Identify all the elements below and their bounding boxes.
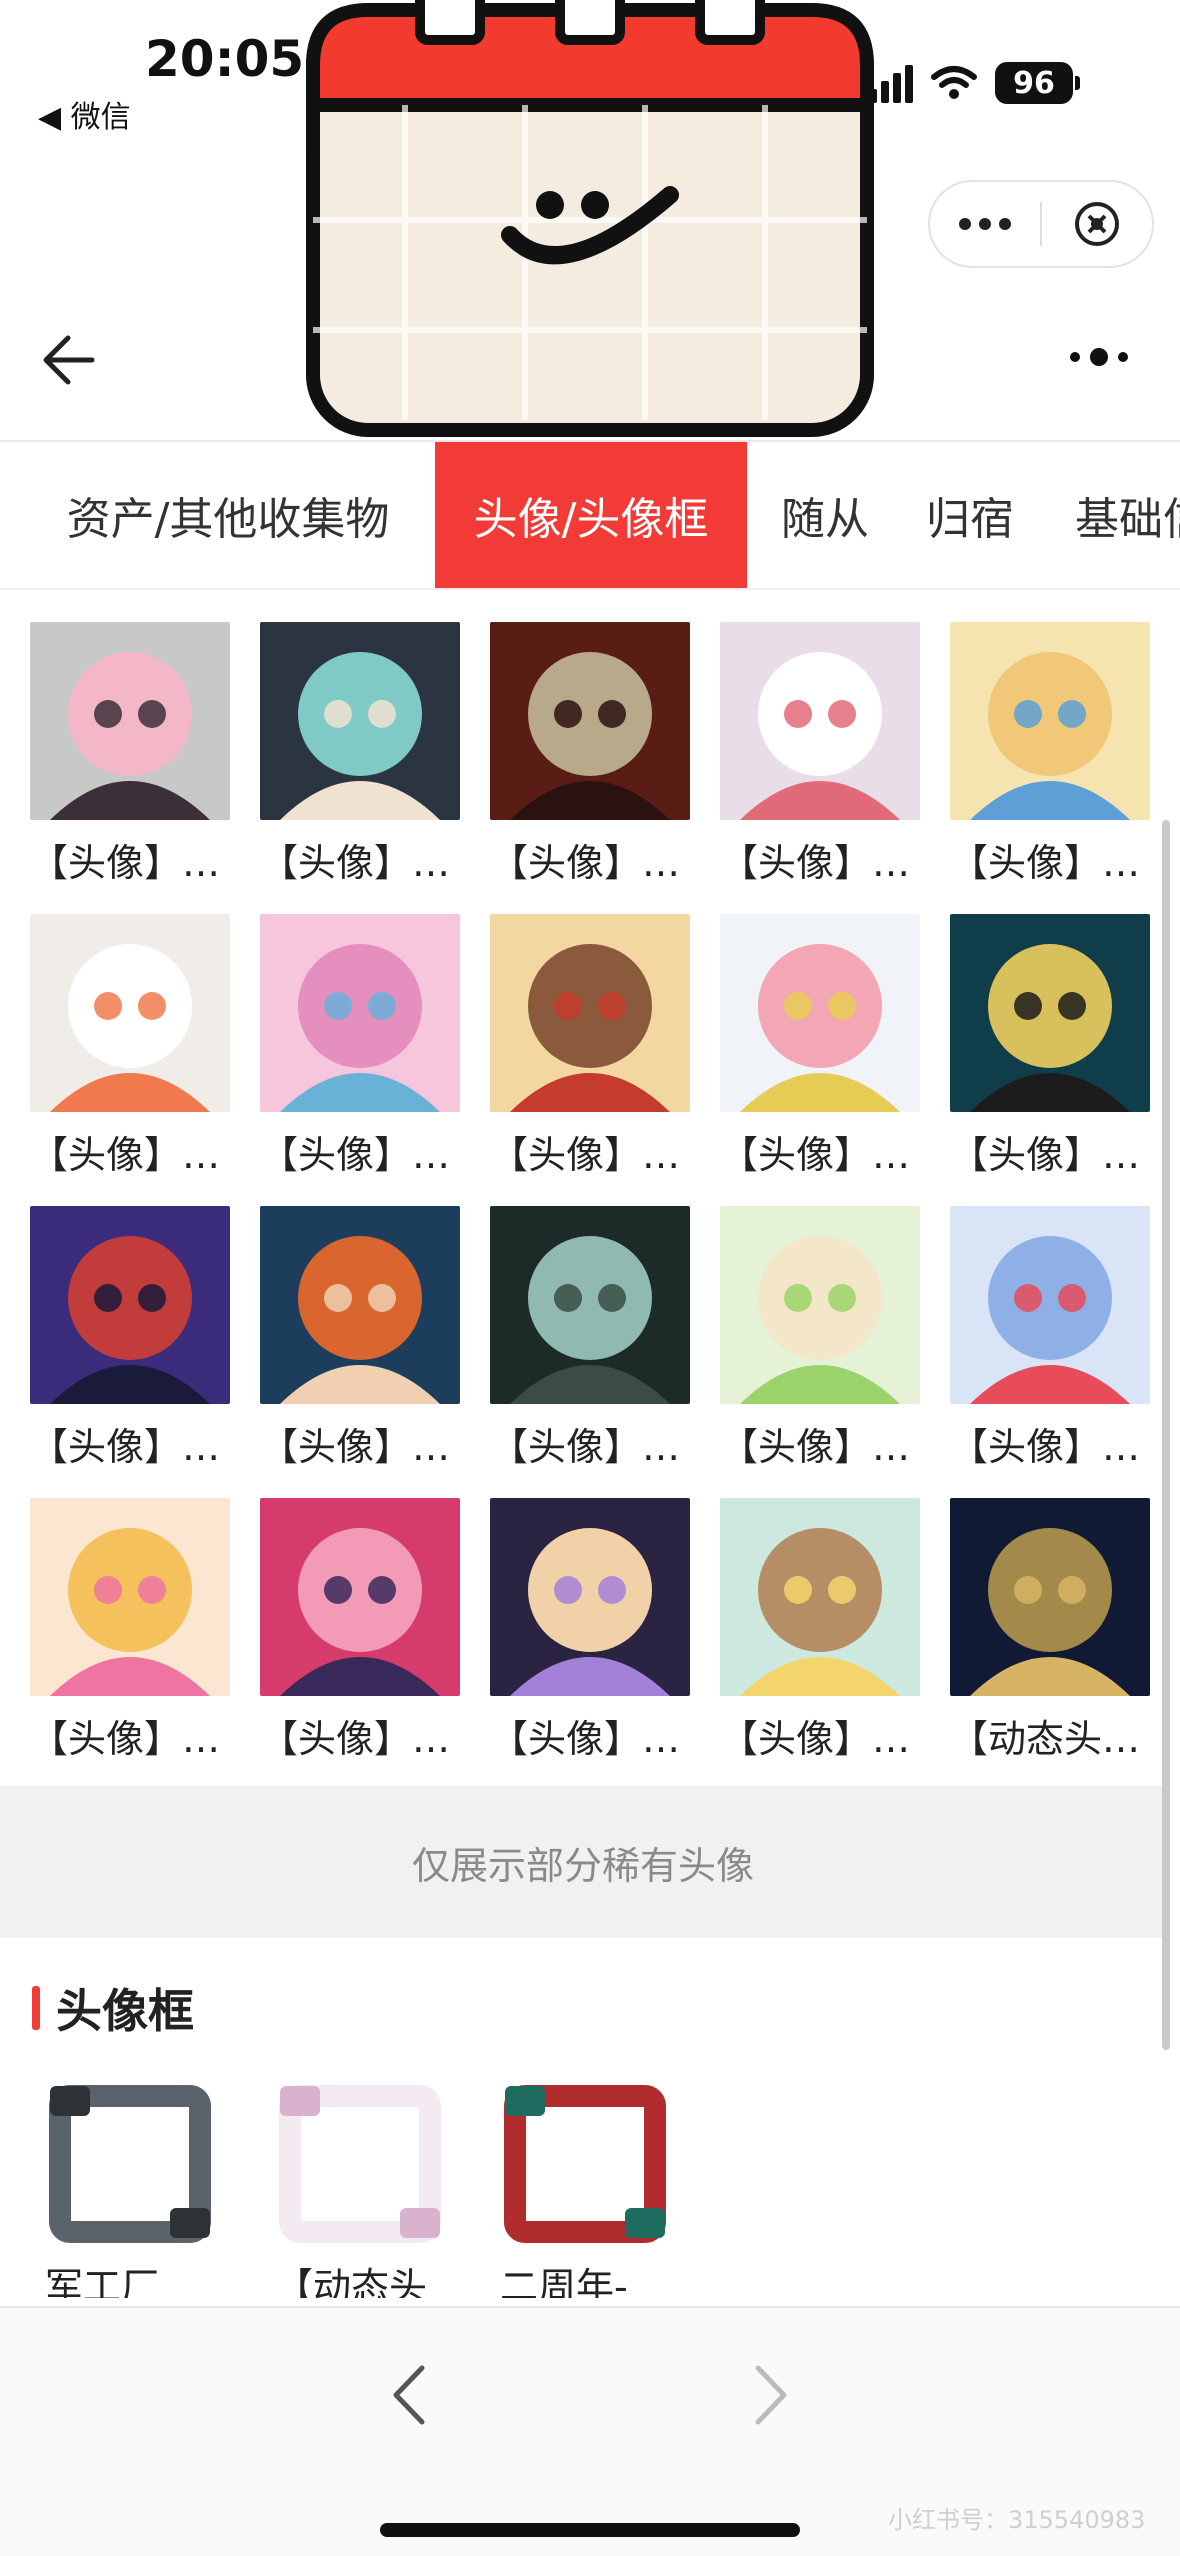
more-dots-icon[interactable] bbox=[930, 218, 1040, 230]
avatar-item[interactable]: 【头像】… bbox=[30, 914, 230, 1179]
status-indicators: 96 bbox=[869, 62, 1080, 104]
avatar-item[interactable]: 【头像】… bbox=[30, 1206, 230, 1471]
avatar-thumbnail bbox=[260, 1206, 460, 1404]
avatar-thumbnail bbox=[490, 914, 690, 1112]
back-arrow-icon[interactable] bbox=[38, 330, 98, 390]
avatar-caption: 【头像】… bbox=[490, 1425, 681, 1469]
avatar-item[interactable]: 【头像】… bbox=[260, 622, 460, 887]
avatar-item[interactable]: 【头像】… bbox=[260, 914, 460, 1179]
watermark: 小红书号：315540983 bbox=[888, 2506, 1146, 2534]
avatar-caption: 【头像】… bbox=[260, 841, 451, 885]
avatar-thumbnail bbox=[720, 1206, 920, 1404]
avatar-thumbnail bbox=[30, 1206, 230, 1404]
avatar-thumbnail bbox=[950, 1498, 1150, 1696]
avatar-thumbnail bbox=[260, 1498, 460, 1696]
tab-avatar-frames[interactable]: 头像/头像框 bbox=[435, 442, 747, 588]
avatar-caption: 【头像】… bbox=[260, 1133, 451, 1177]
avatar-caption: 【头像】… bbox=[490, 1717, 681, 1761]
avatar-item[interactable]: 【头像】… bbox=[30, 1498, 230, 1763]
avatar-item[interactable]: 【头像】… bbox=[490, 914, 690, 1179]
avatar-caption: 【头像】… bbox=[260, 1717, 451, 1761]
partial-display-note: 仅展示部分稀有头像 bbox=[0, 1786, 1166, 1938]
avatar-item[interactable]: 【头像】… bbox=[720, 1498, 920, 1763]
avatar-caption: 【头像】… bbox=[30, 1717, 221, 1761]
close-circle-icon[interactable] bbox=[1042, 199, 1152, 249]
category-tabs: 资产/其他收集物 头像/头像框 随从 归宿 基础信 bbox=[0, 440, 1180, 590]
avatar-thumbnail bbox=[30, 622, 230, 820]
battery-tip bbox=[1075, 76, 1080, 90]
tab-assets[interactable]: 资产/其他收集物 bbox=[38, 442, 418, 588]
avatar-item[interactable]: 【头像】… bbox=[30, 622, 230, 887]
avatar-thumbnail bbox=[950, 914, 1150, 1112]
avatar-item[interactable]: 【头像】… bbox=[720, 914, 920, 1179]
wechat-back-link[interactable]: ◀ 微信 bbox=[38, 92, 131, 136]
avatar-item[interactable]: 【头像】… bbox=[260, 1498, 460, 1763]
avatar-thumbnail bbox=[260, 914, 460, 1112]
avatar-thumbnail bbox=[950, 1206, 1150, 1404]
avatar-item[interactable]: 【头像】… bbox=[950, 622, 1150, 887]
avatar-thumbnail bbox=[490, 1498, 690, 1696]
avatar-thumbnail bbox=[260, 622, 460, 820]
avatar-caption: 【头像】… bbox=[260, 1425, 451, 1469]
frame-thumbnail bbox=[279, 2085, 441, 2243]
avatar-caption: 【头像】… bbox=[720, 1717, 911, 1761]
tab-basic-info[interactable]: 基础信 bbox=[1075, 442, 1180, 588]
avatar-item[interactable]: 【头像】… bbox=[950, 1206, 1150, 1471]
home-indicator[interactable] bbox=[380, 2523, 800, 2537]
avatar-caption: 【头像】… bbox=[30, 841, 221, 885]
avatar-thumbnail bbox=[30, 1498, 230, 1696]
avatar-item[interactable]: 【动态头… bbox=[950, 1498, 1150, 1763]
bottom-toolbar: 小红书号：315540983 bbox=[0, 2306, 1180, 2556]
avatar-thumbnail bbox=[30, 914, 230, 1112]
chevron-right-icon[interactable] bbox=[740, 2360, 800, 2430]
avatar-thumbnail bbox=[720, 1498, 920, 1696]
avatar-thumbnail bbox=[490, 622, 690, 820]
avatar-frame-item[interactable]: 【动态头 bbox=[275, 2078, 455, 2298]
avatar-caption: 【头像】… bbox=[490, 841, 681, 885]
frame-caption: 【动态头 bbox=[275, 2265, 428, 2298]
avatar-thumbnail bbox=[490, 1206, 690, 1404]
avatar-caption: 【头像】… bbox=[30, 1425, 221, 1469]
frames-section-title: 头像框 bbox=[56, 1984, 194, 2038]
signal-icon bbox=[869, 63, 913, 103]
avatar-item[interactable]: 【头像】… bbox=[490, 1498, 690, 1763]
battery-indicator: 96 bbox=[995, 62, 1073, 104]
avatar-caption: 【头像】… bbox=[720, 841, 911, 885]
avatar-item[interactable]: 【头像】… bbox=[260, 1206, 460, 1471]
avatar-caption: 【头像】… bbox=[950, 1133, 1141, 1177]
avatar-caption: 【头像】… bbox=[490, 1133, 681, 1177]
screen: 20:05 ◀ 微信 96 资产/其他收集物 头像/头像框 随从 归宿 基础 【… bbox=[0, 0, 1180, 2556]
avatar-item[interactable]: 【头像】… bbox=[720, 1206, 920, 1471]
frame-thumbnail bbox=[49, 2085, 211, 2243]
avatar-thumbnail bbox=[950, 622, 1150, 820]
avatar-frame-item[interactable]: 军工厂 bbox=[45, 2078, 225, 2298]
tab-home[interactable]: 归宿 bbox=[915, 442, 1025, 588]
avatar-caption: 【头像】… bbox=[950, 1425, 1141, 1469]
frames-section-header: 头像框 bbox=[32, 1975, 194, 2041]
avatar-caption: 【头像】… bbox=[720, 1425, 911, 1469]
avatar-caption: 【头像】… bbox=[720, 1133, 911, 1177]
avatar-item[interactable]: 【头像】… bbox=[490, 1206, 690, 1471]
avatar-caption: 【动态头… bbox=[950, 1717, 1141, 1761]
miniprogram-capsule bbox=[928, 180, 1154, 268]
page-more-icon[interactable] bbox=[1070, 348, 1128, 366]
avatar-thumbnail bbox=[720, 914, 920, 1112]
calendar-sticker-icon bbox=[306, 0, 874, 437]
tab-followers[interactable]: 随从 bbox=[770, 442, 880, 588]
frame-caption: 二周年- bbox=[500, 2265, 628, 2298]
frame-caption: 军工厂 bbox=[45, 2265, 160, 2298]
section-accent-bar bbox=[32, 1986, 40, 2030]
avatar-thumbnail bbox=[720, 622, 920, 820]
avatar-item[interactable]: 【头像】… bbox=[720, 622, 920, 887]
scrollbar[interactable] bbox=[1162, 820, 1170, 2050]
wifi-icon bbox=[931, 66, 977, 99]
frame-thumbnail bbox=[504, 2085, 666, 2243]
avatar-item[interactable]: 【头像】… bbox=[950, 914, 1150, 1179]
avatar-item[interactable]: 【头像】… bbox=[490, 622, 690, 887]
avatar-caption: 【头像】… bbox=[950, 841, 1141, 885]
avatar-caption: 【头像】… bbox=[30, 1133, 221, 1177]
status-time: 20:05 bbox=[145, 30, 305, 88]
chevron-left-icon[interactable] bbox=[380, 2360, 440, 2430]
avatar-frame-item[interactable]: 二周年- bbox=[500, 2078, 680, 2298]
